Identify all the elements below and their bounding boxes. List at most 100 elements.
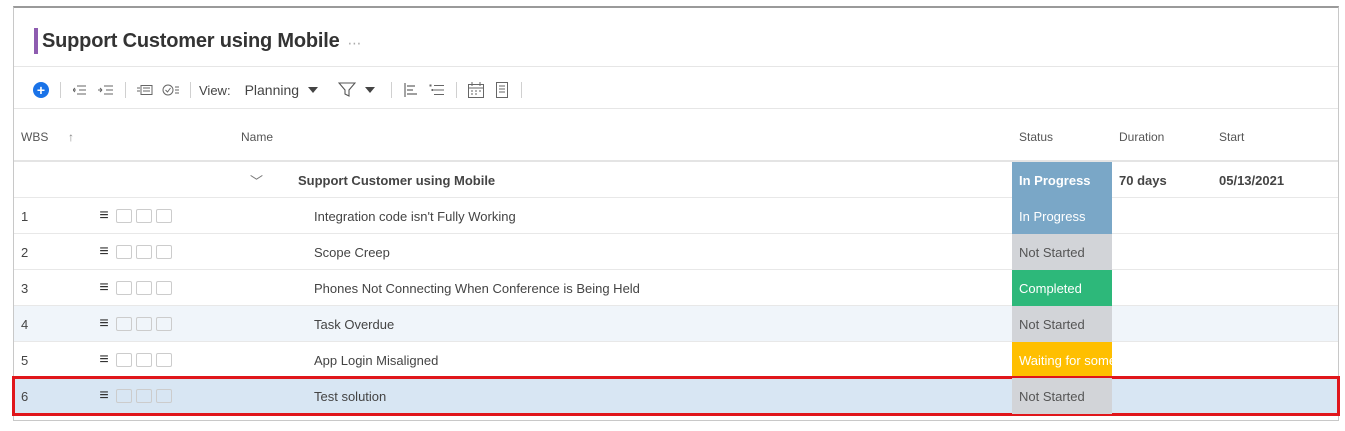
task-name[interactable]: Phones Not Connecting When Conference is… [314, 270, 640, 306]
task-row[interactable]: 1 ≡ Integration code isn't Fully Working In… [14, 198, 1338, 234]
status-badge[interactable]: Not Started [1012, 378, 1112, 414]
attachment-icon[interactable] [156, 353, 172, 367]
column-header-wbs[interactable]: WBS [21, 130, 48, 144]
notes-icon[interactable] [116, 281, 132, 295]
column-header-status[interactable]: Status [1019, 130, 1053, 144]
filter-icon [338, 82, 357, 97]
row-menu-icon[interactable]: ≡ [96, 279, 112, 297]
align-left-icon [404, 83, 418, 97]
attachment-icon[interactable] [156, 209, 172, 223]
toolbar-separator [456, 82, 458, 98]
task-row[interactable]: 5 ≡ App Login Misaligned Waiting for some [14, 342, 1338, 378]
attachment-icon[interactable] [156, 245, 172, 259]
comment-icon[interactable] [136, 389, 152, 403]
comment-icon[interactable] [136, 317, 152, 331]
status-badge[interactable]: Waiting for some [1012, 342, 1112, 378]
task-row[interactable]: 4 ≡ Task Overdue Not Started [14, 306, 1338, 342]
row-actions: ≡ [96, 234, 172, 270]
comment-icon[interactable] [136, 245, 152, 259]
checklist-button[interactable] [158, 79, 184, 101]
task-row[interactable]: 3 ≡ Phones Not Connecting When Conference … [14, 270, 1338, 306]
filter-button[interactable] [338, 82, 376, 98]
status-badge[interactable]: Completed [1012, 270, 1112, 306]
title-accent-bar [34, 28, 38, 54]
column-header-duration[interactable]: Duration [1119, 130, 1164, 144]
status-badge[interactable]: Not Started [1012, 234, 1112, 270]
task-details-button[interactable] [132, 79, 158, 101]
task-row[interactable]: 6 ≡ Test solution Not Started [12, 376, 1340, 416]
wbs-number: 2 [21, 244, 29, 260]
row-actions: ≡ [96, 342, 172, 378]
column-header-start[interactable]: Start [1219, 130, 1244, 144]
document-icon [496, 82, 509, 98]
outdent-button[interactable] [67, 79, 93, 101]
view-select[interactable]: Planning [245, 82, 319, 98]
toolbar-separator [190, 82, 191, 98]
chevron-down-icon [365, 87, 376, 93]
row-menu-icon[interactable]: ≡ [96, 351, 112, 369]
more-options-icon[interactable]: ⋯ [348, 35, 363, 52]
task-row[interactable]: 2 ≡ Scope Creep Not Started [14, 234, 1338, 270]
wbs-number: 6 [21, 388, 29, 404]
task-name[interactable]: Scope Creep [314, 234, 390, 270]
task-name[interactable]: App Login Misaligned [314, 342, 438, 378]
collapse-chevron-icon[interactable]: ﹀ [250, 162, 263, 198]
print-button[interactable] [489, 79, 515, 101]
wbs-number: 5 [21, 352, 29, 368]
notes-icon[interactable] [116, 389, 132, 403]
view-label: View: [199, 82, 231, 98]
toolbar-separator [521, 82, 523, 98]
outline-icon [429, 84, 445, 95]
indent-icon [98, 85, 113, 95]
start-date-value[interactable]: 05/13/2021 [1219, 162, 1284, 198]
comment-icon[interactable] [136, 209, 152, 223]
row-actions: ≡ [96, 270, 172, 306]
attachment-icon[interactable] [156, 317, 172, 331]
row-menu-icon[interactable]: ≡ [96, 243, 112, 261]
toolbar: + View: Planning [28, 76, 528, 104]
chevron-down-icon [308, 87, 319, 93]
grid-header: WBS ↑ Name Status Duration Start [14, 109, 1338, 162]
attachment-icon[interactable] [156, 389, 172, 403]
view-select-value: Planning [244, 82, 300, 98]
notes-icon[interactable] [116, 317, 132, 331]
column-header-name[interactable]: Name [241, 130, 273, 144]
row-actions: ≡ [96, 306, 172, 342]
duration-value[interactable]: 70 days [1119, 162, 1167, 198]
checklist-icon [162, 84, 179, 96]
calendar-button[interactable] [463, 79, 489, 101]
indent-button[interactable] [93, 79, 119, 101]
task-name[interactable]: Integration code isn't Fully Working [314, 198, 516, 234]
status-badge[interactable]: Not Started [1012, 306, 1112, 342]
task-name[interactable]: Test solution [314, 378, 386, 414]
status-badge[interactable]: In Progress [1012, 198, 1112, 234]
project-title-bar: Support Customer using Mobile ⋯ [34, 26, 363, 56]
align-button[interactable] [398, 79, 424, 101]
project-title: Support Customer using Mobile [42, 29, 340, 52]
toolbar-separator [125, 82, 126, 98]
wbs-button[interactable] [424, 79, 450, 101]
status-badge[interactable]: In Progress [1012, 162, 1112, 198]
notes-icon[interactable] [116, 353, 132, 367]
wbs-number: 3 [21, 280, 29, 296]
summary-row[interactable]: ﹀ Support Customer using Mobile In Progr… [14, 162, 1338, 198]
outdent-icon [73, 85, 86, 95]
details-icon [137, 85, 153, 95]
toolbar-separator [60, 82, 61, 98]
add-task-button[interactable]: + [28, 79, 54, 101]
comment-icon[interactable] [136, 353, 152, 367]
plus-icon: + [33, 82, 49, 98]
notes-icon[interactable] [116, 209, 132, 223]
wbs-number: 4 [21, 316, 29, 332]
sort-ascending-icon[interactable]: ↑ [68, 130, 74, 144]
attachment-icon[interactable] [156, 281, 172, 295]
row-menu-icon[interactable]: ≡ [96, 387, 112, 405]
wbs-number: 1 [21, 208, 29, 224]
task-name[interactable]: Task Overdue [314, 306, 394, 342]
row-menu-icon[interactable]: ≡ [96, 315, 112, 333]
toolbar-separator [391, 82, 393, 98]
comment-icon[interactable] [136, 281, 152, 295]
row-menu-icon[interactable]: ≡ [96, 207, 112, 225]
summary-task-name[interactable]: Support Customer using Mobile [298, 162, 495, 198]
notes-icon[interactable] [116, 245, 132, 259]
